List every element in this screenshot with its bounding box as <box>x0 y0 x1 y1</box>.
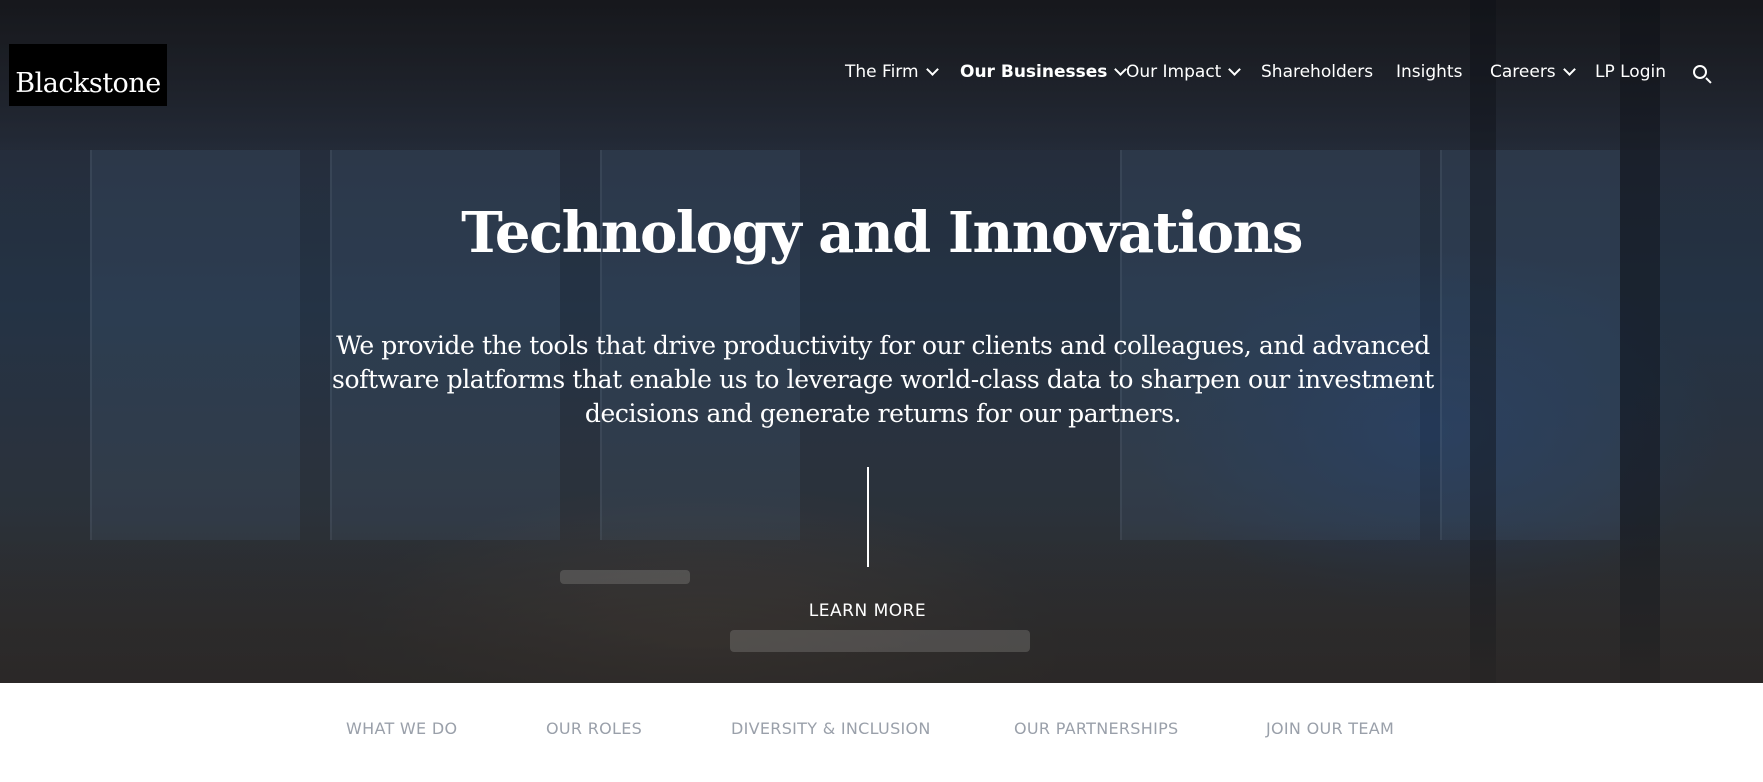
nav-item-careers[interactable]: Careers <box>1490 62 1576 82</box>
nav-item-the-firm[interactable]: The Firm <box>845 62 939 82</box>
subnav-item-diversity-inclusion[interactable]: DIVERSITY & INCLUSION <box>731 719 931 738</box>
hero-banner: Blackstone The Firm Our Businesses Our I… <box>0 0 1763 683</box>
nav-item-shareholders[interactable]: Shareholders <box>1261 62 1373 82</box>
search-icon[interactable] <box>1693 65 1713 85</box>
hero-title: Technology and Innovations <box>461 200 1303 266</box>
nav-item-label: Shareholders <box>1261 62 1374 82</box>
section-subnav: WHAT WE DO OUR ROLES DIVERSITY & INCLUSI… <box>0 683 1763 782</box>
nav-item-label: The Firm <box>845 62 919 82</box>
subnav-item-join-our-team[interactable]: JOIN OUR TEAM <box>1266 719 1394 738</box>
nav-item-label: Insights <box>1396 62 1463 82</box>
nav-item-lp-login[interactable]: LP Login <box>1595 62 1666 82</box>
subnav-item-what-we-do[interactable]: WHAT WE DO <box>346 719 457 738</box>
nav-item-our-impact[interactable]: Our Impact <box>1126 62 1242 82</box>
nav-item-our-businesses[interactable]: Our Businesses <box>960 62 1128 82</box>
main-nav: The Firm Our Businesses Our Impact Share… <box>0 62 1763 92</box>
nav-item-insights[interactable]: Insights <box>1396 62 1462 82</box>
nav-item-label: Our Businesses <box>960 62 1108 82</box>
chevron-down-icon <box>925 63 939 76</box>
nav-item-label: LP Login <box>1595 62 1666 82</box>
subnav-item-our-roles[interactable]: OUR ROLES <box>546 719 642 738</box>
nav-item-label: Careers <box>1490 62 1556 82</box>
subnav-item-our-partnerships[interactable]: OUR PARTNERSHIPS <box>1014 719 1179 738</box>
chevron-down-icon <box>1228 63 1242 76</box>
search-icon-ring <box>1693 65 1707 79</box>
learn-more-link[interactable]: LEARN MORE <box>0 601 1735 621</box>
hero-divider-line <box>867 467 869 567</box>
search-icon-handle <box>1705 77 1712 84</box>
hero-description: We provide the tools that drive producti… <box>332 331 1434 428</box>
chevron-down-icon <box>1562 63 1576 76</box>
nav-item-label: Our Impact <box>1126 62 1222 82</box>
